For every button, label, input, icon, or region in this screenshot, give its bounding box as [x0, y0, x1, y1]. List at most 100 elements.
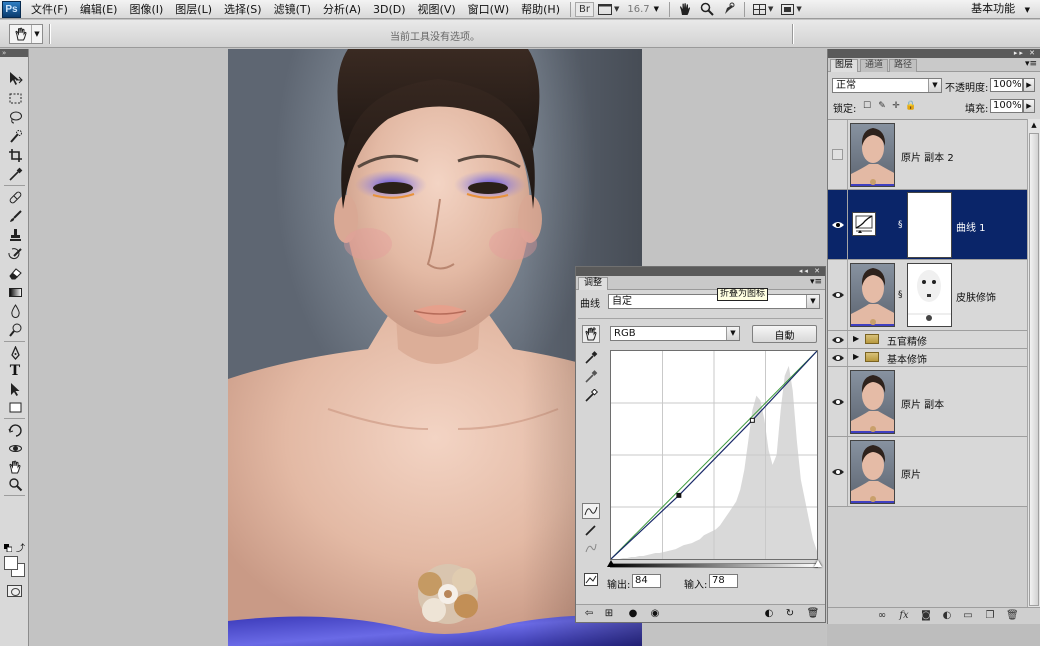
layer-mask-thumbnail[interactable]	[907, 192, 952, 258]
output-field[interactable]: 84	[632, 574, 661, 588]
arrange-documents-button[interactable]: ▼	[749, 2, 777, 17]
scroll-thumb[interactable]	[1029, 133, 1039, 606]
clone-stamp-tool-icon[interactable]	[6, 227, 24, 243]
zoom-tool-icon[interactable]	[6, 476, 24, 492]
layer-visibility-toggle[interactable]	[828, 120, 848, 189]
panel-menu-icon[interactable]: ▾≡	[810, 277, 822, 288]
curve-point-tool-icon[interactable]	[582, 503, 600, 519]
default-colors-icon[interactable]	[4, 542, 13, 553]
gradient-tool-icon[interactable]	[6, 284, 24, 300]
expand-group-icon[interactable]: ▶	[853, 334, 859, 343]
screen-layout-button[interactable]: ▼	[594, 2, 623, 17]
white-point-eyedropper-icon[interactable]	[584, 388, 599, 403]
pen-tool-icon[interactable]	[6, 345, 24, 361]
curves-graph-canvas[interactable]	[610, 350, 818, 560]
layer-group-row[interactable]: ▶ 五官精修	[828, 331, 1027, 349]
tab-layers[interactable]: 图层	[830, 59, 859, 72]
menu-filter[interactable]: 滤镜(T)	[268, 1, 317, 18]
eraser-tool-icon[interactable]	[6, 265, 24, 281]
move-tool-icon[interactable]	[6, 70, 24, 86]
marquee-tool-icon[interactable]	[6, 90, 24, 106]
dodge-tool-icon[interactable]	[6, 322, 24, 338]
menu-image[interactable]: 图像(I)	[123, 1, 169, 18]
tool-preset-picker[interactable]: ▼	[9, 24, 43, 44]
layer-row[interactable]: 原片	[828, 437, 1027, 507]
new-adjustment-icon[interactable]: ◐	[941, 610, 953, 622]
shape-tool-icon[interactable]	[6, 399, 24, 415]
channel-select[interactable]: RGB ▼	[610, 326, 740, 341]
menu-layer[interactable]: 图层(L)	[169, 1, 218, 18]
curves-graph[interactable]	[610, 350, 818, 560]
clipping-icon[interactable]	[584, 573, 598, 589]
group-name[interactable]: 五官精修	[887, 333, 927, 348]
opacity-slider-arrow[interactable]: ▶	[1023, 78, 1035, 92]
clip-to-layer-icon[interactable]: ●	[627, 608, 639, 619]
delete-icon[interactable]: 🗑	[807, 608, 820, 619]
zoom-dropdown-icon[interactable]: ▼	[654, 5, 659, 13]
tab-adjustments[interactable]: 调整	[578, 277, 609, 290]
layer-row-selected[interactable]: § 曲线 1	[828, 190, 1027, 260]
workspace-switcher[interactable]: 基本功能 ▼	[971, 0, 1030, 19]
history-brush-tool-icon[interactable]	[6, 246, 24, 262]
lock-all-icon[interactable]: 🔒	[905, 101, 916, 111]
smooth-curve-icon[interactable]	[582, 540, 600, 556]
new-group-icon[interactable]: ▭	[962, 610, 974, 622]
brush-tool-icon[interactable]	[6, 208, 24, 224]
layer-name[interactable]: 原片 副本 2	[901, 149, 954, 164]
layer-name[interactable]: 曲线 1	[956, 219, 986, 234]
pencil-draw-tool-icon[interactable]	[582, 522, 600, 538]
delete-layer-icon[interactable]: 🗑	[1006, 610, 1019, 622]
auto-button[interactable]: 自動	[752, 325, 817, 343]
collapse-close-icons[interactable]: ▸▸ ✕	[1014, 49, 1037, 58]
layers-scrollbar[interactable]: ▲	[1027, 119, 1040, 607]
curves-preset-select[interactable]: 自定 ▼	[608, 294, 820, 309]
scroll-up-icon[interactable]: ▲	[1029, 120, 1039, 131]
new-layer-icon[interactable]: ❐	[984, 610, 996, 622]
eyedropper-tool-icon[interactable]	[6, 166, 24, 182]
menu-3d[interactable]: 3D(D)	[367, 1, 412, 18]
on-image-adjust-button[interactable]	[582, 325, 600, 343]
lock-pixels-icon[interactable]: ✎	[877, 101, 887, 111]
view-previous-icon[interactable]: ◐	[763, 608, 775, 619]
quick-mask-button[interactable]	[7, 585, 22, 597]
lasso-tool-icon[interactable]	[6, 109, 24, 125]
layer-visibility-toggle[interactable]	[828, 260, 848, 330]
expand-group-icon[interactable]: ▶	[853, 352, 859, 361]
layer-name[interactable]: 原片	[901, 466, 921, 481]
collapse-close-icons[interactable]: ◂◂ ✕	[799, 267, 822, 276]
blur-tool-icon[interactable]	[6, 303, 24, 319]
layers-panel-titlebar[interactable]: ▸▸ ✕	[828, 49, 1040, 58]
back-arrow-icon[interactable]: ⇦	[583, 608, 595, 619]
tab-paths[interactable]: 路径	[889, 59, 918, 72]
input-field[interactable]: 78	[709, 574, 738, 588]
group-name[interactable]: 基本修饰	[887, 351, 927, 366]
menu-view[interactable]: 视图(V)	[412, 1, 462, 18]
layer-visibility-toggle[interactable]	[828, 190, 848, 259]
layer-visibility-toggle[interactable]	[828, 349, 848, 366]
layer-visibility-toggle[interactable]	[828, 437, 848, 506]
link-layers-icon[interactable]: ∞	[876, 610, 888, 622]
3d-rotate-tool-icon[interactable]	[6, 422, 24, 438]
fill-slider-arrow[interactable]: ▶	[1023, 99, 1035, 113]
white-point-slider[interactable]	[814, 560, 822, 567]
blend-mode-select[interactable]: 正常 ▼	[832, 78, 942, 93]
zoom-level[interactable]: 16.7	[623, 4, 653, 15]
layer-style-icon[interactable]: fx	[898, 610, 910, 622]
type-tool-icon[interactable]: T	[6, 363, 24, 379]
menu-edit[interactable]: 编辑(E)	[74, 1, 124, 18]
layer-row[interactable]: § 皮肤修饰	[828, 260, 1027, 331]
healing-brush-tool-icon[interactable]	[6, 189, 24, 205]
menu-select[interactable]: 选择(S)	[218, 1, 268, 18]
layer-visibility-toggle[interactable]	[828, 331, 848, 348]
foreground-color-swatch[interactable]	[4, 556, 18, 570]
menu-file[interactable]: 文件(F)	[25, 1, 74, 18]
menu-window[interactable]: 窗口(W)	[462, 1, 515, 18]
adjustments-panel-titlebar[interactable]: ◂◂ ✕	[576, 267, 825, 276]
lock-position-icon[interactable]: ✛	[891, 101, 901, 111]
expand-view-icon[interactable]: ⊞	[603, 608, 615, 619]
toolbox-grip[interactable]: »	[0, 49, 28, 57]
crop-tool-icon[interactable]	[6, 147, 24, 163]
menu-help[interactable]: 帮助(H)	[515, 1, 566, 18]
gray-point-eyedropper-icon[interactable]	[584, 370, 598, 384]
lock-transparency-icon[interactable]: ☐	[862, 101, 872, 111]
